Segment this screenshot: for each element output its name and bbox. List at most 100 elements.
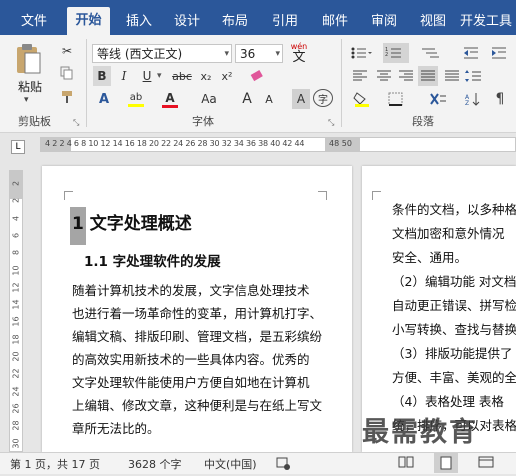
text-line[interactable]: 编辑文稿、排版印刷、管理文档，是五彩缤纷 [72, 325, 342, 348]
tab-selector-icon[interactable]: L [11, 140, 25, 154]
text-line[interactable]: 章所无法比的。 [72, 417, 342, 440]
format-painter-icon[interactable] [58, 87, 76, 107]
tab-references[interactable]: 引用 [265, 8, 305, 35]
ruler-marks: 4 2 2 4 6 8 10 12 14 16 18 20 22 24 26 2… [45, 139, 305, 148]
group-divider [341, 39, 342, 127]
word-count[interactable]: 3628 个字 [128, 456, 182, 472]
vruler-number: 22 [11, 368, 21, 379]
ribbon-tab-bar: 文件 开始 插入 设计 布局 引用 邮件 审阅 视图 开发工具 [0, 0, 516, 35]
multilevel-list-icon[interactable] [419, 43, 445, 63]
cut-icon[interactable]: ✂ [58, 41, 76, 61]
heading-2[interactable]: 1.1 字处理软件的发展 [84, 250, 221, 270]
text-line[interactable]: （3）排版功能提供了 [392, 342, 516, 366]
underline-dropdown-icon[interactable]: ▾ [157, 71, 162, 81]
font-group-label: 字体 [192, 115, 214, 128]
character-shading-button[interactable]: A [292, 89, 310, 109]
heading-1[interactable]: 1 文字处理概述 [72, 209, 192, 234]
document-page-1[interactable]: 1 文字处理概述 1.1 字处理软件的发展 随着计算机技术的发展，文字信息处理技… [42, 166, 352, 452]
macro-record-icon[interactable] [276, 456, 290, 473]
bold-button[interactable]: B [93, 66, 111, 86]
clear-formatting-icon[interactable]: wén 文 [289, 41, 309, 64]
highlight-glyph: ab [129, 91, 143, 103]
font-name-value: 等线 (西文正文) [97, 47, 183, 61]
underline-button[interactable]: U [138, 66, 156, 86]
group-divider [86, 39, 87, 127]
shrink-font-button[interactable]: A [260, 89, 278, 109]
change-case-button[interactable]: Aa [195, 89, 223, 109]
align-center-icon[interactable] [374, 66, 394, 86]
increase-indent-icon[interactable] [488, 43, 510, 63]
read-mode-icon[interactable] [398, 455, 414, 472]
numbering-icon[interactable]: 12 [383, 43, 409, 63]
text-line[interactable]: 随着计算机技术的发展，文字信息处理技术 [72, 279, 342, 302]
grow-font-button[interactable]: A [238, 89, 256, 109]
paste-icon[interactable] [14, 43, 42, 75]
font-size-select[interactable]: 36 ▾ [235, 44, 283, 63]
web-layout-icon[interactable] [478, 455, 494, 472]
tab-view[interactable]: 视图 [413, 8, 453, 35]
enclose-characters-button[interactable]: 字 [313, 89, 333, 107]
tab-layout[interactable]: 布局 [215, 8, 255, 35]
text-line[interactable]: 条件的文档，以多种格 [392, 198, 516, 222]
ruler-end-marks: 48 50 [329, 139, 352, 148]
chevron-down-icon: ▾ [275, 49, 280, 59]
paste-label[interactable]: 粘贴 [18, 78, 42, 95]
font-launcher-icon[interactable]: ⤡ [328, 118, 334, 128]
text-effects-glyph: A [98, 91, 110, 107]
vertical-ruler[interactable]: 2 2 4 6 8 10 12 14 16 18 20 22 24 26 28 30 [9, 170, 23, 452]
page1-body[interactable]: 随着计算机技术的发展，文字信息处理技术 也进行着一场革命性的变革，用计算机打字、编… [72, 279, 342, 440]
horizontal-ruler[interactable]: 4 2 2 4 6 8 10 12 14 16 18 20 22 24 26 2… [40, 137, 516, 152]
superscript-button[interactable]: x² [218, 66, 236, 86]
text-line[interactable]: 方便、丰富、美观的全 [392, 366, 516, 390]
tab-review[interactable]: 审阅 [364, 8, 404, 35]
text-line[interactable]: 也进行着一场革命性的变革，用计算机打字、 [72, 302, 342, 325]
vruler-number: 12 [11, 282, 21, 293]
print-layout-icon[interactable] [434, 453, 458, 473]
borders-icon[interactable] [384, 89, 408, 109]
sort-icon[interactable]: AZ [462, 89, 484, 109]
clipboard-launcher-icon[interactable]: ⤡ [73, 118, 79, 128]
page2-body[interactable]: 条件的文档，以多种格 文档加密和意外情况 安全、通用。 （2）编辑功能 对文档 自动更正… [392, 198, 516, 438]
distributed-icon[interactable] [442, 66, 462, 86]
justify-icon[interactable] [418, 66, 438, 86]
chinese-layout-icon[interactable] [426, 89, 450, 109]
tab-file[interactable]: 文件 [14, 8, 54, 35]
line-spacing-icon[interactable] [462, 66, 484, 86]
tab-developer[interactable]: 开发工具 [460, 8, 516, 35]
tab-design[interactable]: 设计 [167, 8, 207, 35]
font-name-select[interactable]: 等线 (西文正文) ▾ [92, 44, 232, 63]
text-line[interactable]: （2）编辑功能 对文档 [392, 270, 516, 294]
text-line[interactable]: 文字处理软件能使用户方便自如地在计算机 [72, 371, 342, 394]
decrease-indent-icon[interactable] [460, 43, 482, 63]
vruler-number: 10 [11, 264, 21, 276]
text-line[interactable]: 小写转换、查找与替换 [392, 318, 516, 342]
text-line[interactable]: 安全、通用。 [392, 246, 516, 270]
status-bar: 第 1 页，共 17 页 3628 个字 中文(中国) [0, 452, 516, 474]
paste-dropdown-icon[interactable]: ▾ [24, 95, 29, 105]
eraser-icon[interactable] [248, 66, 266, 86]
shading-icon[interactable] [350, 89, 374, 109]
align-right-icon[interactable] [396, 66, 416, 86]
copy-icon[interactable] [58, 63, 76, 83]
bullets-icon[interactable] [348, 43, 374, 63]
show-marks-icon[interactable]: ¶ [490, 89, 510, 109]
subscript-button[interactable]: x₂ [197, 66, 215, 86]
page-count[interactable]: 第 1 页，共 17 页 [10, 456, 100, 472]
strikethrough-button[interactable]: abc [170, 66, 194, 86]
italic-button[interactable]: I [115, 66, 133, 86]
vruler-number: 8 [11, 250, 21, 256]
highlight-button[interactable]: ab [124, 89, 148, 109]
svg-text:2: 2 [385, 52, 388, 58]
text-line[interactable]: 上编辑、修改文章，这种便利是与在纸上写文 [72, 394, 342, 417]
clipboard-group-label: 剪贴板 [18, 115, 51, 128]
font-color-button[interactable]: A [158, 89, 182, 109]
text-line[interactable]: 文档加密和意外情况 [392, 222, 516, 246]
text-line[interactable]: 的高效实用新技术的一些具体内容。优秀的 [72, 348, 342, 371]
align-left-icon[interactable] [350, 66, 370, 86]
tab-mailings[interactable]: 邮件 [315, 8, 355, 35]
language[interactable]: 中文(中国) [204, 456, 257, 472]
tab-home[interactable]: 开始 [67, 7, 110, 35]
text-effects-button[interactable]: A [93, 89, 115, 109]
text-line[interactable]: 自动更正错误、拼写检 [392, 294, 516, 318]
tab-insert[interactable]: 插入 [117, 8, 161, 35]
